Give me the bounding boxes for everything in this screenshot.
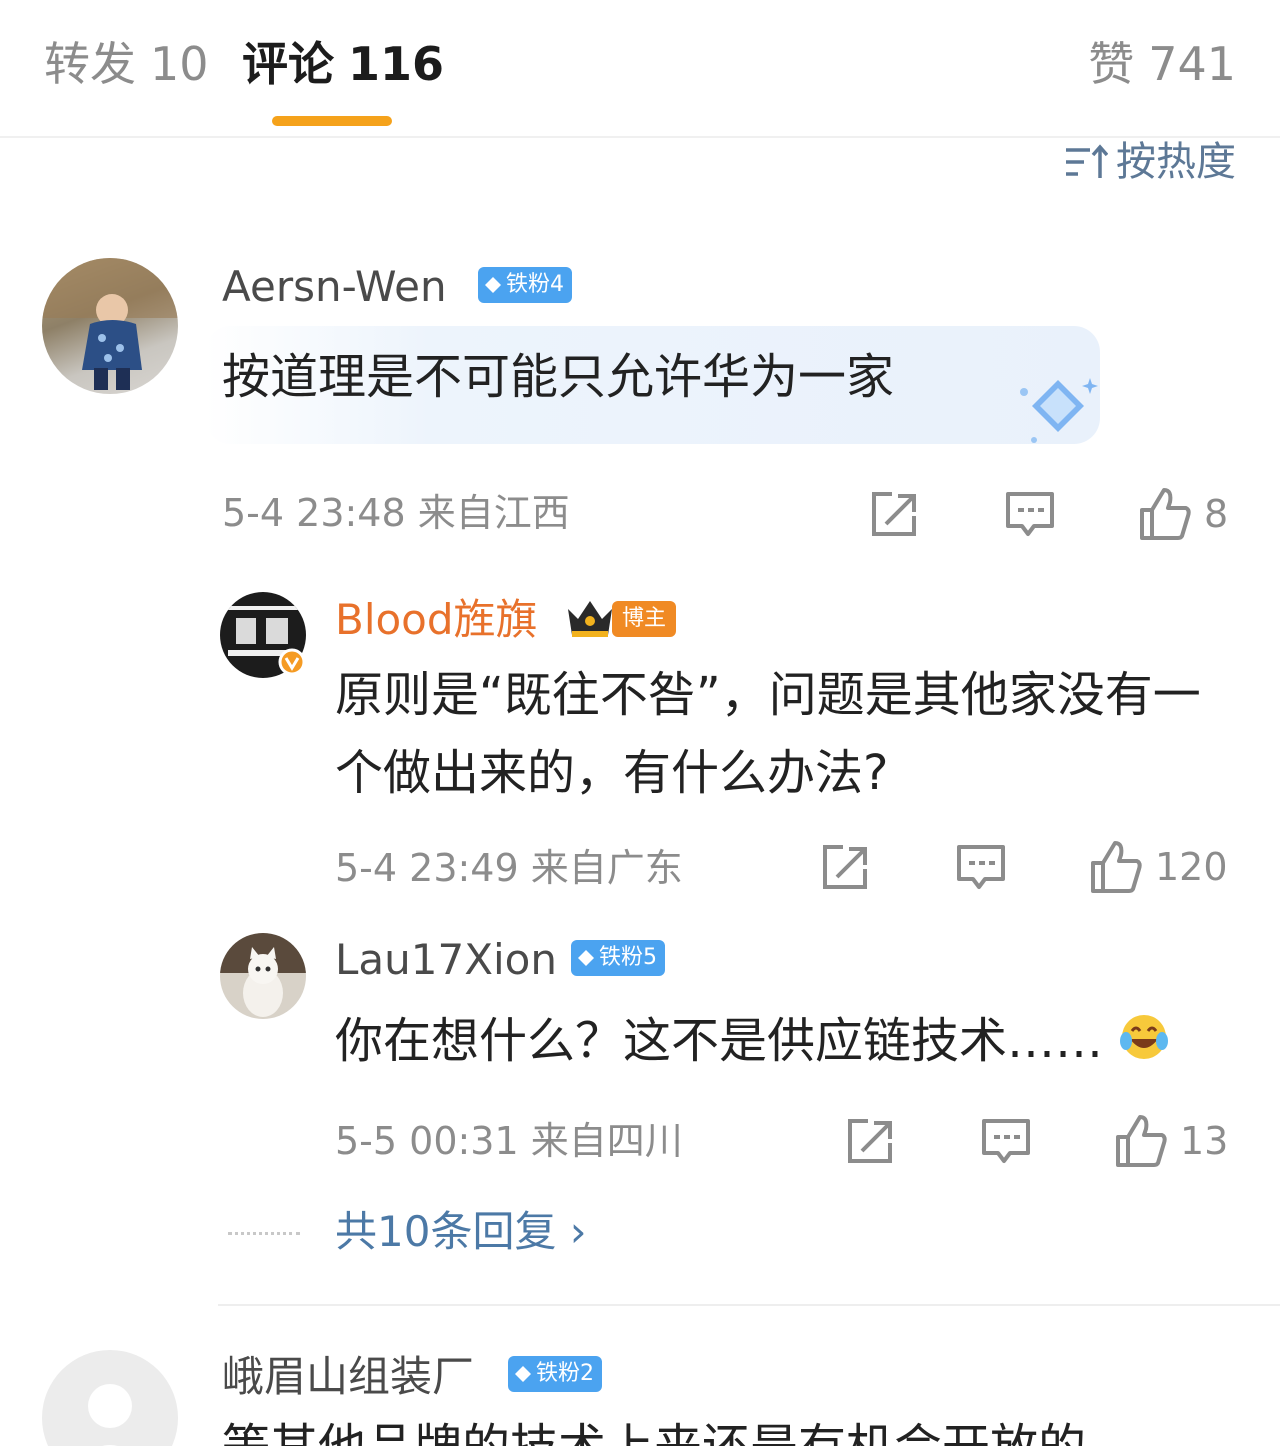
comment-location: 来自江西 xyxy=(417,491,570,535)
reply-actions: 120 xyxy=(817,839,1228,895)
tab-repost[interactable]: 转发 10 xyxy=(44,36,209,92)
comment-divider xyxy=(218,1304,1280,1306)
repost-icon[interactable] xyxy=(842,1113,898,1169)
default-user-icon xyxy=(88,1384,132,1446)
tab-comments-label: 评论 xyxy=(242,37,334,91)
child-photo-icon xyxy=(42,258,178,390)
fan-badge-label: 铁粉2 xyxy=(536,1361,594,1386)
sort-lines-icon xyxy=(1066,144,1108,178)
reply-username[interactable]: Lau17Xion xyxy=(335,935,557,985)
reply-time: 5-5 00:31 xyxy=(335,1119,519,1163)
tab-repost-count: 10 xyxy=(150,37,209,91)
comment-actions: 8 xyxy=(866,486,1228,542)
reply-meta: 5-5 00:31 来自四川 xyxy=(335,1118,683,1164)
reply-icon[interactable] xyxy=(1002,486,1058,542)
fan-badge-label: 铁粉4 xyxy=(506,272,564,297)
like-icon[interactable] xyxy=(1112,1113,1168,1169)
reply-location: 来自广东 xyxy=(530,846,683,890)
diamond-icon xyxy=(515,1366,531,1382)
comment-text: 按道理是不可能只允许华为一家 xyxy=(222,349,895,405)
tab-likes-count: 741 xyxy=(1148,37,1236,91)
reply-text: 你在想什么？这不是供应链技术…… xyxy=(335,1002,1175,1080)
sort-by-hot-button[interactable]: 按热度 xyxy=(1064,138,1236,186)
more-replies-link[interactable]: 共10条回复 › xyxy=(335,1205,587,1259)
reply-time: 5-4 23:49 xyxy=(335,846,519,890)
tab-comments-count: 116 xyxy=(348,37,445,91)
active-tab-indicator xyxy=(272,116,392,126)
reply-icon[interactable] xyxy=(978,1113,1034,1169)
cat-photo-icon xyxy=(220,933,306,1017)
diamond-icon xyxy=(578,950,594,966)
reply-location: 来自四川 xyxy=(530,1119,683,1163)
verified-v-icon xyxy=(278,648,306,676)
reply-actions: 13 xyxy=(842,1113,1228,1169)
comment-username[interactable]: 峨眉山组装厂 xyxy=(222,1352,474,1402)
fan-badge-label: 铁粉5 xyxy=(599,945,657,970)
fan-badge: 铁粉4 xyxy=(478,267,572,303)
tab-bar: 转发 10 评论 116 赞 741 xyxy=(0,0,1280,138)
tab-repost-label: 转发 xyxy=(44,37,136,91)
repost-icon[interactable] xyxy=(817,839,873,895)
comment-username[interactable]: Aersn-Wen xyxy=(222,262,447,312)
comment-text: 等其他品牌的技术上来还是有机会开放的 xyxy=(222,1408,1222,1446)
like-count: 120 xyxy=(1155,845,1228,889)
tab-likes-label: 赞 xyxy=(1088,37,1135,91)
reply-text-content: 你在想什么？这不是供应链技术…… xyxy=(335,1013,1104,1069)
more-replies-dots xyxy=(228,1232,300,1235)
sort-label: 按热度 xyxy=(1116,139,1236,185)
diamond-icon xyxy=(485,277,501,293)
tab-likes[interactable]: 赞 741 xyxy=(1088,36,1236,92)
like-icon[interactable] xyxy=(1136,486,1192,542)
laughing-tears-emoji-icon xyxy=(1120,1015,1169,1059)
comment-time: 5-4 23:48 xyxy=(222,491,406,535)
sparkle-diamond-icon xyxy=(1020,378,1098,443)
fan-badge: 铁粉2 xyxy=(508,1356,602,1392)
crown-icon xyxy=(568,601,612,637)
reply-meta: 5-4 23:49 来自广东 xyxy=(335,845,683,891)
avatar-aersn-wen[interactable] xyxy=(42,258,178,394)
reply-text: 原则是“既往不咎”，问题是其他家没有一个做出来的，有什么办法? xyxy=(335,667,1201,801)
reply-username[interactable]: Blood旌旗 xyxy=(335,595,538,645)
tab-comments[interactable]: 评论 116 xyxy=(242,36,444,92)
host-badge: 博主 xyxy=(612,601,677,637)
repost-icon[interactable] xyxy=(866,486,922,542)
avatar-emeishan[interactable] xyxy=(42,1350,178,1446)
reply-icon[interactable] xyxy=(953,839,1009,895)
avatar-lau17xion[interactable] xyxy=(220,933,306,1019)
comment-meta: 5-4 23:48 来自江西 xyxy=(222,490,570,536)
like-count: 13 xyxy=(1180,1119,1229,1163)
like-icon[interactable] xyxy=(1087,839,1143,895)
fan-badge: 铁粉5 xyxy=(571,940,665,976)
like-count: 8 xyxy=(1204,492,1229,536)
